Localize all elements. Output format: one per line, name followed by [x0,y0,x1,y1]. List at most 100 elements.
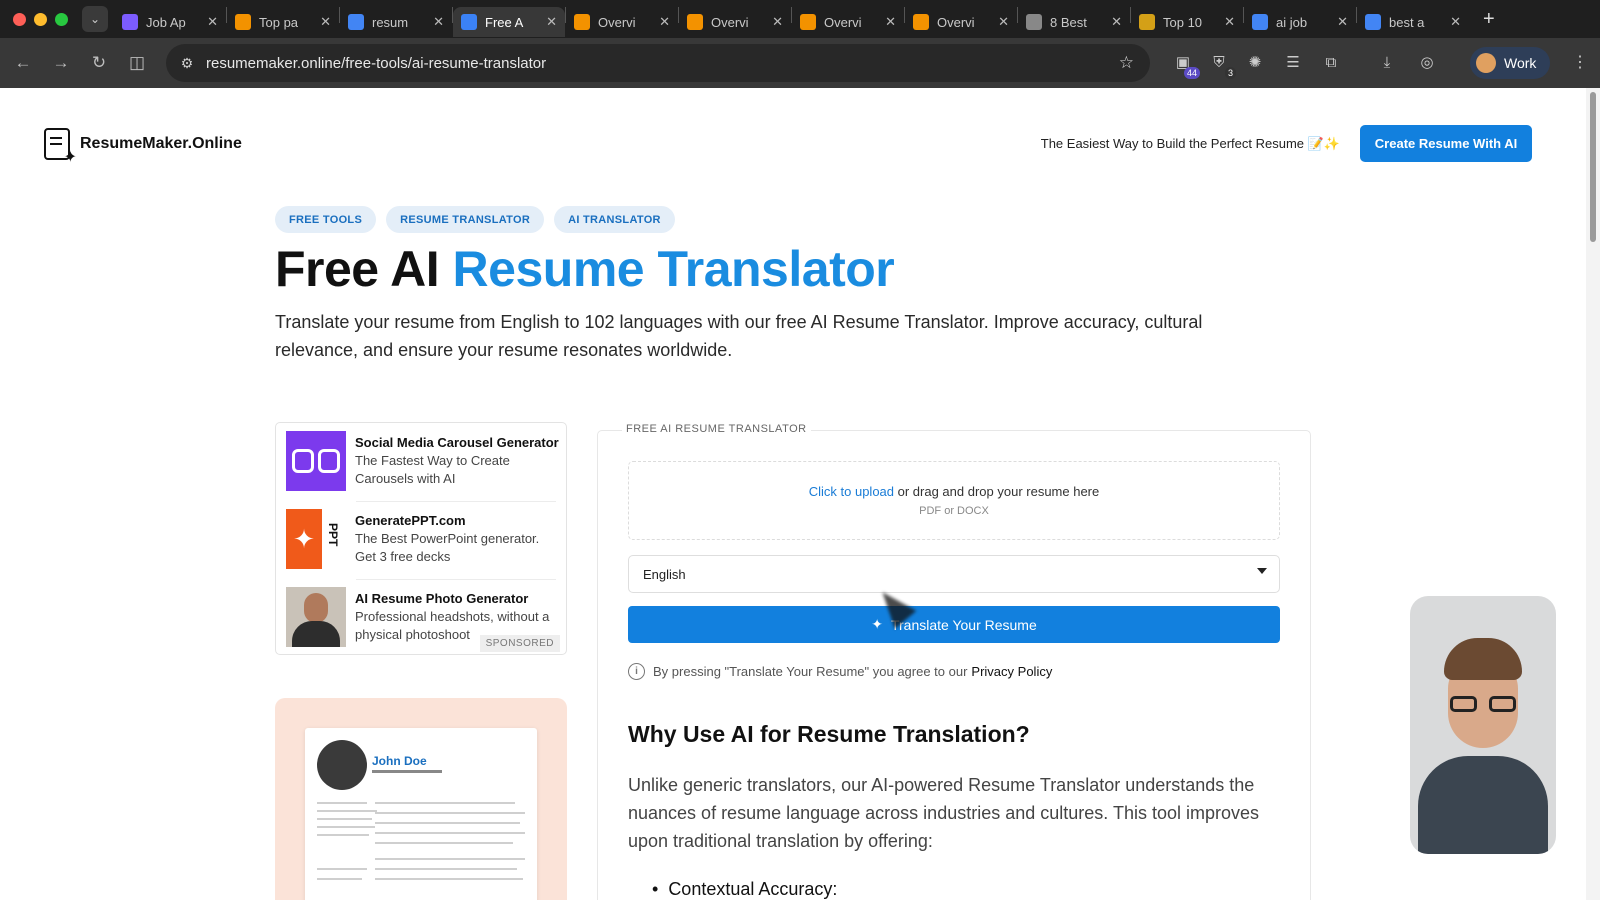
logo-document-icon: ✦ [44,128,77,166]
browser-tab[interactable]: Overvi ✕ [792,7,904,37]
site-settings-icon[interactable]: ⚙ [172,55,202,72]
page-scrollbar[interactable] [1586,88,1600,900]
split-view-button[interactable]: ◫ [118,53,156,73]
download-icon[interactable]: ⤓ [1376,51,1398,73]
tab-label: Overvi [937,14,975,30]
breadcrumb-resume-translator[interactable]: RESUME TRANSLATOR [386,206,545,233]
ad-carousel-generator[interactable]: Social Media Carousel Generator The Fast… [286,431,559,497]
tab-search-button[interactable]: ⌄ [82,6,108,32]
chevron-down-icon: ⌄ [89,12,101,26]
resume-text-line [375,802,515,804]
browser-tab-bar: ⌄ Job Ap ✕ Top pa ✕ resum ✕ Free A ✕ Overvi ✕ Over… [0,0,1600,38]
tab-label: ai job [1276,14,1308,30]
resume-text-line [317,826,375,828]
browser-tab[interactable]: Top pa ✕ [227,7,339,37]
profile-button[interactable]: Work [1470,47,1550,79]
new-tab-button[interactable]: + [1483,8,1495,31]
resume-text-line [317,810,377,812]
language-select[interactable]: English [628,555,1280,593]
browser-tab[interactable]: 8 Best ✕ [1018,7,1130,37]
minimize-window-button[interactable] [34,12,47,26]
a-icon [574,14,590,30]
tab-label: Job Ap [146,14,186,30]
reload-button[interactable]: ↻ [80,53,118,73]
resume-text-line [375,868,517,870]
tab-strip: Job Ap ✕ Top pa ✕ resum ✕ Free A ✕ Overvi ✕ Overvi… [114,1,1469,37]
translator-panel: FREE AI RESUME TRANSLATOR Click to uploa… [597,423,1311,900]
close-tab-icon[interactable]: ✕ [546,14,557,30]
close-tab-icon[interactable]: ✕ [885,14,896,30]
browser-toolbar: ← → ↻ ◫ ⚙ resumemaker.online/free-tools/… [0,38,1600,88]
resume-text-line [375,858,525,860]
back-button[interactable]: ← [4,53,42,73]
resume-text-line [375,822,520,824]
screenshot-icon[interactable]: ◎ [1416,51,1438,73]
sponsored-box: Social Media Carousel Generator The Fast… [275,422,567,655]
caret-down-icon [1257,568,1267,574]
browser-tab[interactable]: Top 10 ✕ [1131,7,1243,37]
sponsored-label: SPONSORED [479,635,560,652]
close-tab-icon[interactable]: ✕ [1224,14,1235,30]
maximize-window-button[interactable] [55,12,68,26]
translate-resume-button[interactable]: ✦ Translate Your Resume [628,606,1280,643]
v-icon [1139,14,1155,30]
resume-text-line [317,802,367,804]
resume-preview-card[interactable]: John Doe [275,698,567,900]
resume-name: John Doe [372,754,427,768]
resume-text-line [317,878,362,880]
google-icon [1365,14,1381,30]
browser-tab[interactable]: Overvi ✕ [566,7,678,37]
close-tab-icon[interactable]: ✕ [1450,14,1461,30]
close-tab-icon[interactable]: ✕ [1111,14,1122,30]
resume-text-line [317,868,367,870]
scrollbar-thumb[interactable] [1590,92,1596,242]
site-logo[interactable]: ✦ ResumeMaker.Online [44,128,242,166]
create-resume-button[interactable]: Create Resume With AI [1360,125,1532,162]
close-tab-icon[interactable]: ✕ [659,14,670,30]
close-tab-icon[interactable]: ✕ [433,14,444,30]
tab-label: Top 10 [1163,14,1203,30]
presenter-glasses [1450,696,1516,712]
browser-tab[interactable]: Overvi ✕ [905,7,1017,37]
upload-link[interactable]: Click to upload [809,484,894,499]
ad-generateppt[interactable]: ✦ PPT GeneratePPT.com The Best PowerPoin… [286,509,558,575]
close-tab-icon[interactable]: ✕ [998,14,1009,30]
close-tab-icon[interactable]: ✕ [207,14,218,30]
resume-dropzone[interactable]: Click to upload or drag and drop your re… [628,461,1280,540]
upload-formats: PDF or DOCX [919,505,989,517]
browser-tab[interactable]: Job Ap ✕ [114,7,226,37]
wand-icon [122,14,138,30]
close-tab-icon[interactable]: ✕ [320,14,331,30]
window-controls [13,12,68,26]
breadcrumb: FREE TOOLS RESUME TRANSLATOR AI TRANSLAT… [275,206,675,233]
close-window-button[interactable] [13,12,26,26]
sparkle-icon: ✦ [871,616,883,632]
carousel-logo-icon [286,431,346,491]
forward-button[interactable]: → [42,53,80,73]
extension-list-icon[interactable]: ☰ [1282,51,1304,73]
openai-extension-icon[interactable]: ✺ [1244,51,1266,73]
breadcrumb-free-tools[interactable]: FREE TOOLS [275,206,377,233]
privacy-policy-link[interactable]: Privacy Policy [971,664,1052,679]
a-icon [687,14,703,30]
breadcrumb-ai-translator[interactable]: AI TRANSLATOR [554,206,675,233]
extension-shield-icon[interactable]: ⛨ 3 [1208,51,1236,79]
resume-text-line [375,812,525,814]
browser-tab[interactable]: best a ✕ [1357,7,1469,37]
close-tab-icon[interactable]: ✕ [1337,14,1348,30]
browser-tab[interactable]: resum ✕ [340,7,452,37]
tab-label: best a [1389,14,1425,30]
browser-tab[interactable]: Overvi ✕ [679,7,791,37]
close-tab-icon[interactable]: ✕ [772,14,783,30]
article-body: Unlike generic translators, our AI-power… [628,775,1260,851]
resume-avatar [317,740,367,790]
article-heading: Why Use AI for Resume Translation? [628,721,1030,747]
bookmark-star-icon[interactable]: ☆ [1119,53,1134,73]
browser-tab[interactable]: Free A ✕ [453,7,565,37]
extension-a-icon[interactable]: ▣ 44 [1172,51,1200,79]
consent-note: i By pressing "Translate Your Resume" yo… [628,663,1052,680]
extensions-puzzle-icon[interactable]: ⧉ [1320,51,1342,73]
browser-tab[interactable]: ai job ✕ [1244,7,1356,37]
address-bar[interactable]: ⚙ resumemaker.online/free-tools/ai-resum… [166,44,1150,82]
more-menu-icon[interactable]: ⋮ [1572,52,1588,72]
